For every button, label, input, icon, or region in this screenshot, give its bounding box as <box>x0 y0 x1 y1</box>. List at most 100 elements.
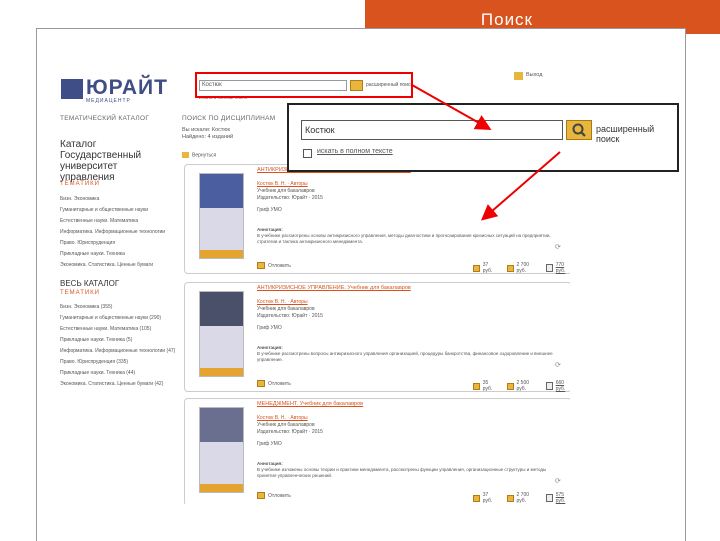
expand-arrow-icon[interactable]: ⟳ <box>555 477 561 485</box>
logo-text[interactable]: ЮРАЙТ <box>86 76 168 100</box>
logo-icon[interactable] <box>61 79 83 99</box>
document-icon[interactable] <box>546 382 553 390</box>
search-highlight-box <box>195 72 413 98</box>
book-annotation: Аннотация: В учебнике рассмотрены вопрос… <box>257 345 557 363</box>
sidebar-item[interactable]: Информатика. Информационные технологии <box>60 227 165 238</box>
sidebar-item[interactable]: Естественные науки. Математика <box>60 216 165 227</box>
price-value[interactable]: 2 700 руб. <box>517 492 536 504</box>
price-value[interactable]: 770 руб. <box>556 262 570 274</box>
price-icon[interactable] <box>506 382 514 390</box>
annotation-text: В учебнике изложены основы теории и прак… <box>257 467 547 478</box>
add-label: Отложить <box>268 380 291 387</box>
search-count-text: Найдено: 4 изданий <box>182 134 234 140</box>
book-grif: Гриф УМО <box>257 207 282 213</box>
book-card: АНТИКРИЗИСНОЕ УПРАВЛЕНИЕ. Учебник для ба… <box>184 282 570 392</box>
add-label: Отложить <box>268 492 291 499</box>
price-value[interactable]: 575 руб. <box>556 492 570 504</box>
expand-arrow-icon[interactable]: ⟳ <box>555 243 561 251</box>
price-value[interactable]: 2 500 руб. <box>517 380 536 392</box>
back-icon <box>182 152 189 158</box>
sidebar-item[interactable]: Прикладные науки. Техника <box>60 249 165 260</box>
zoom-search-button[interactable] <box>566 120 592 140</box>
book-type: Учебник для бакалавров <box>257 306 315 312</box>
sidebar-item[interactable]: Прикладные науки. Техника (5) <box>60 335 175 346</box>
price-row: 35 руб. 2 500 руб. 660 руб. <box>473 380 570 392</box>
sidebar-item[interactable]: Прикладные науки. Техника (44) <box>60 368 175 379</box>
price-value[interactable]: 35 руб. <box>483 380 496 392</box>
price-icon[interactable] <box>506 264 514 272</box>
sidebar-heading-all: ВЕСЬ КАТАЛОГ <box>60 279 120 288</box>
zoom-advanced-search-link[interactable]: расширенный поиск <box>596 124 677 144</box>
sidebar-item[interactable]: Бизн. Экономика (355) <box>60 302 175 313</box>
tab-discipline-search[interactable]: ПОИСК ПО ДИСЦИПЛИНАМ <box>182 115 276 122</box>
price-icon[interactable] <box>473 382 480 390</box>
sidebar-sub-themes: ТЕМАТИКИ <box>60 181 100 187</box>
book-cover-image[interactable] <box>199 291 244 377</box>
document-icon[interactable] <box>546 264 553 272</box>
price-value[interactable]: 37 руб. <box>483 262 496 274</box>
book-author[interactable]: Костюк В. Н. · Авторы <box>257 299 323 306</box>
sidebar-item[interactable]: Гуманитарные и общественные науки (290) <box>60 313 175 324</box>
book-title-link[interactable]: МЕНЕДЖМЕНТ. Учебник для бакалавров <box>257 401 363 407</box>
magnifier-icon <box>572 123 586 137</box>
search-query-text: Вы искали: Костюк <box>182 127 230 133</box>
sidebar-item[interactable]: Бизн. Экономика <box>60 194 165 205</box>
back-label: Вернуться <box>192 152 217 159</box>
sidebar-item[interactable]: Гуманитарные и общественные науки <box>60 205 165 216</box>
book-cover-image[interactable] <box>199 407 244 493</box>
back-button[interactable]: Вернуться <box>182 152 216 158</box>
annotation-label: Аннотация: <box>257 461 283 466</box>
annotation-label: Аннотация: <box>257 227 283 232</box>
slide-title: Поиск <box>480 10 533 29</box>
book-annotation: Аннотация: В учебнике рассмотрены основы… <box>257 227 557 245</box>
document-icon[interactable] <box>546 494 553 502</box>
book-card: МЕНЕДЖМЕНТ. Учебник для бакалавров Костю… <box>184 398 570 504</box>
price-row: 37 руб. 2 700 руб. 770 руб. <box>473 262 570 274</box>
price-icon[interactable] <box>506 494 514 502</box>
price-value[interactable]: 660 руб. <box>556 380 570 392</box>
book-card: АНТИКРИЗИСНОЕ УПРАВЛЕНИЕ. Учебник для ба… <box>184 164 570 274</box>
search-result-info: Вы искали: Костюк Найдено: 4 изданий <box>182 127 233 141</box>
book-author[interactable]: Костюк В. Н. · Авторы <box>257 415 323 422</box>
book-grif: Гриф УМО <box>257 441 282 447</box>
price-icon[interactable] <box>473 264 480 272</box>
book-cover-image[interactable] <box>199 173 244 259</box>
tab-thematic-catalog[interactable]: ТЕМАТИЧЕСКИЙ КАТАЛОГ <box>60 115 149 122</box>
sidebar-list-local: Бизн. Экономика Гуманитарные и обществен… <box>60 194 165 271</box>
exit-icon[interactable] <box>514 72 523 80</box>
book-annotation: Аннотация: В учебнике изложены основы те… <box>257 461 557 479</box>
sidebar-item[interactable]: Право. Юриспруденция (335) <box>60 357 175 368</box>
fulltext-checkbox[interactable] <box>303 149 312 158</box>
sidebar-title: Каталог Государственный университет упра… <box>60 139 142 183</box>
add-to-shelf-button[interactable]: Отложить <box>257 262 291 269</box>
sidebar-item[interactable]: Экономика. Статистика. Ценные бумаги <box>60 260 165 271</box>
logo-subtitle: МЕДИАЦЕНТР <box>86 98 131 104</box>
exit-link[interactable]: Выход <box>526 72 542 78</box>
expand-arrow-icon[interactable]: ⟳ <box>555 361 561 369</box>
annotation-text: В учебнике рассмотрены основы антикризис… <box>257 233 551 244</box>
annotation-label: Аннотация: <box>257 345 283 350</box>
book-publisher: Издательство: Юрайт · 2015 <box>257 195 323 201</box>
zoom-search-input[interactable]: Костюк <box>301 120 563 140</box>
search-zoom-callout: Костюк расширенный поиск искать в полном… <box>287 103 679 172</box>
book-publisher: Издательство: Юрайт · 2015 <box>257 313 323 319</box>
shelf-icon <box>257 492 265 499</box>
price-row: 37 руб. 2 700 руб. 575 руб. <box>473 492 570 504</box>
price-value[interactable]: 2 700 руб. <box>517 262 536 274</box>
sidebar-item[interactable]: Экономика. Статистика. Ценные бумаги (42… <box>60 379 175 390</box>
price-icon[interactable] <box>473 494 480 502</box>
book-publisher: Издательство: Юрайт · 2015 <box>257 429 323 435</box>
sidebar-sub-themes-all: ТЕМАТИКИ <box>60 290 100 296</box>
add-to-shelf-button[interactable]: Отложить <box>257 380 291 387</box>
sidebar-item[interactable]: Право. Юриспруденция <box>60 238 165 249</box>
fulltext-checkbox-label[interactable]: искать в полном тексте <box>317 148 393 155</box>
book-author[interactable]: Костюк В. Н. · Авторы <box>257 181 323 188</box>
add-to-shelf-button[interactable]: Отложить <box>257 492 291 499</box>
annotation-text: В учебнике рассмотрены вопросы антикризи… <box>257 351 553 362</box>
book-title-link[interactable]: АНТИКРИЗИСНОЕ УПРАВЛЕНИЕ. Учебник для ба… <box>257 285 411 291</box>
price-value[interactable]: 37 руб. <box>483 492 496 504</box>
book-grif: Гриф УМО <box>257 325 282 331</box>
sidebar-item[interactable]: Естественные науки. Математика (105) <box>60 324 175 335</box>
book-type: Учебник для бакалавров <box>257 422 315 428</box>
sidebar-item[interactable]: Информатика. Информационные технологии (… <box>60 346 175 357</box>
